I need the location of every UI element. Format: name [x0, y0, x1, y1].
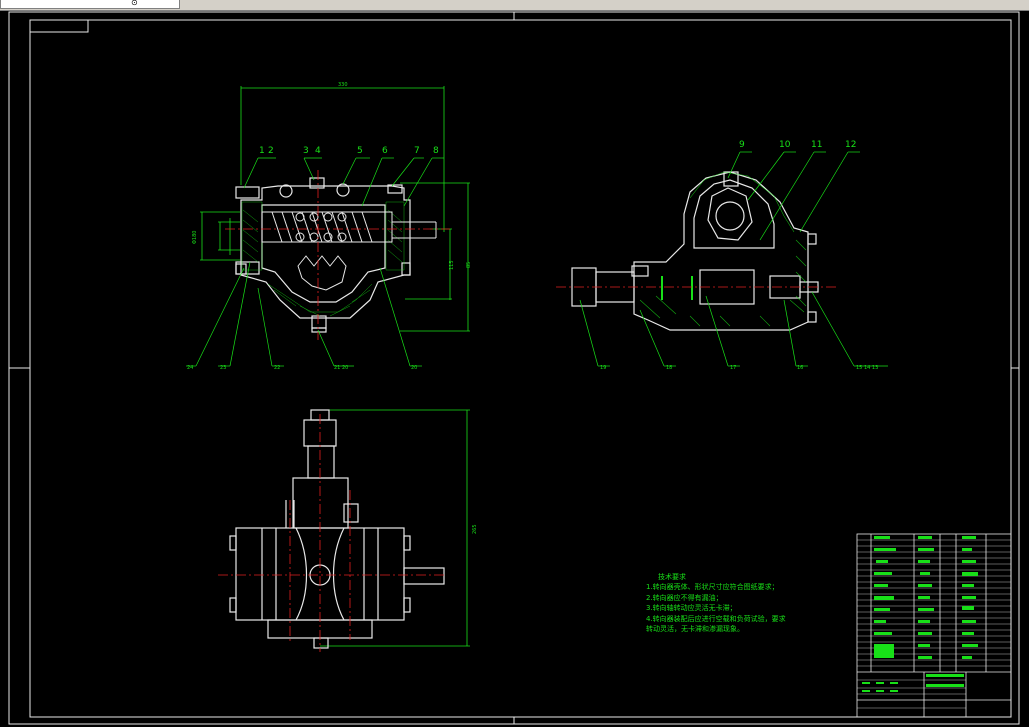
balloon-2: 2 [268, 146, 274, 156]
dim-phi180: Φ180 [192, 231, 198, 244]
note-item: 2.转向器应不得有漏油； [646, 593, 723, 602]
technical-requirements-notes: 技术要求 1.转向器壳体、形状尺寸应符合图纸要求； 2.转向器应不得有漏油； 3… [646, 572, 786, 634]
dim-115: 115 [449, 260, 455, 270]
balloon-11: 11 [811, 140, 822, 150]
document-tab[interactable]: ⊙ [0, 0, 180, 9]
balloon-4: 4 [315, 146, 321, 156]
dim-85: 85 [466, 262, 472, 268]
balloon-8: 8 [433, 146, 439, 156]
tab-glyph: ⊙ [131, 0, 138, 7]
balloon-15-14-13: 15 14 13 [856, 365, 878, 371]
balloon-10: 10 [779, 140, 791, 150]
drawing-canvas: 1 2 3 4 5 6 7 8 24 23 22 21 20 20 Φ180 1… [8, 11, 1020, 725]
dim-265: 265 [472, 524, 478, 534]
side-section-view: 9 10 11 12 19 18 17 16 15 14 13 [556, 140, 888, 371]
balloon-18: 18 [666, 365, 672, 371]
note-item: 1.转向器壳体、形状尺寸应符合图纸要求； [646, 583, 779, 592]
balloon-16: 16 [797, 365, 803, 371]
balloon-24: 24 [187, 365, 193, 371]
note-item: 转动灵活，无卡滞和渗漏现象。 [646, 625, 744, 634]
note-item: 4.转向器装配后应进行空载和负荷试验，要求 [646, 614, 786, 623]
balloon-9: 9 [739, 140, 745, 150]
balloon-21-20: 21 20 [334, 365, 348, 371]
note-item: 3.转向轴转动应灵活无卡滞； [646, 604, 737, 613]
balloon-3: 3 [303, 146, 309, 156]
drawing-code-box [29, 19, 89, 33]
parts-list-text-marks [862, 536, 978, 692]
plan-view: 265 [218, 409, 478, 652]
balloon-12: 12 [845, 140, 856, 150]
balloon-1: 1 [259, 146, 265, 156]
cad-viewport[interactable]: { "window": { "tab_glyph": "\u2299" }, "… [0, 0, 1029, 727]
balloon-6: 6 [382, 146, 388, 156]
dim-330: 330 [338, 82, 348, 88]
balloon-7: 7 [414, 146, 420, 156]
notes-title: 技术要求 [658, 573, 686, 581]
balloon-23: 23 [220, 365, 226, 371]
front-section-view: 1 2 3 4 5 6 7 8 24 23 22 21 20 20 Φ180 1… [186, 82, 472, 371]
balloon-17: 17 [730, 365, 736, 371]
balloon-5: 5 [357, 146, 363, 156]
balloon-22: 22 [274, 365, 280, 371]
balloon-19: 19 [600, 365, 606, 371]
balloon-20: 20 [411, 365, 417, 371]
